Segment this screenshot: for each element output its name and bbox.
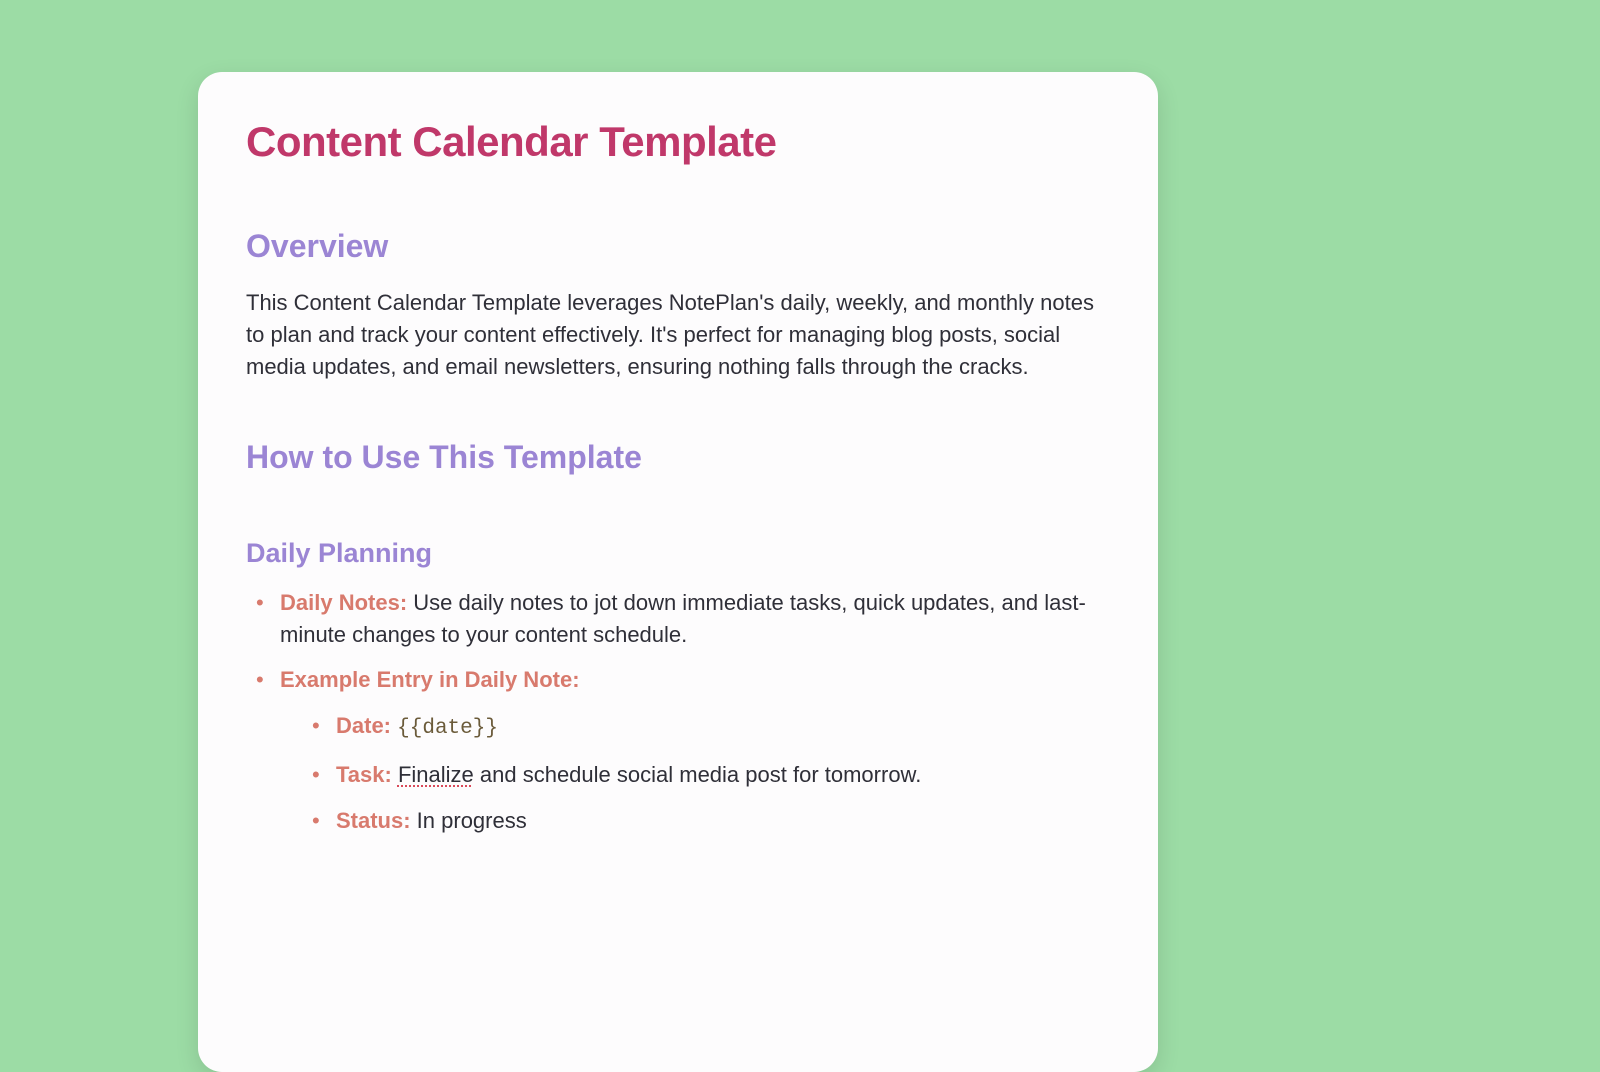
overview-body: This Content Calendar Template leverages… <box>246 287 1110 383</box>
list-item: Date: {{date}} <box>308 710 1110 744</box>
example-entry-sublist: Date: {{date}} Task: Finalize and schedu… <box>280 710 1110 836</box>
status-label: Status: <box>336 808 411 833</box>
date-value: {{date}} <box>397 717 498 740</box>
list-item: Task: Finalize and schedule social media… <box>308 759 1110 791</box>
date-label: Date: <box>336 713 391 738</box>
list-item: Example Entry in Daily Note: Date: {{dat… <box>252 664 1110 836</box>
document-card: Content Calendar Template Overview This … <box>198 72 1158 1072</box>
example-entry-label: Example Entry in Daily Note: <box>280 667 580 692</box>
task-label: Task: <box>336 762 392 787</box>
task-rest: and schedule social media post for tomor… <box>474 762 922 787</box>
daily-notes-label: Daily Notes: <box>280 590 407 615</box>
list-item: Status: In progress <box>308 805 1110 837</box>
daily-bullet-list: Daily Notes: Use daily notes to jot down… <box>246 587 1110 837</box>
task-spellcheck-word: Finalize <box>398 762 474 787</box>
list-item: Daily Notes: Use daily notes to jot down… <box>252 587 1110 651</box>
status-value: In progress <box>411 808 527 833</box>
page-title: Content Calendar Template <box>246 118 1110 166</box>
overview-heading: Overview <box>246 228 1110 265</box>
howto-heading: How to Use This Template <box>246 439 1110 476</box>
daily-planning-heading: Daily Planning <box>246 538 1110 569</box>
